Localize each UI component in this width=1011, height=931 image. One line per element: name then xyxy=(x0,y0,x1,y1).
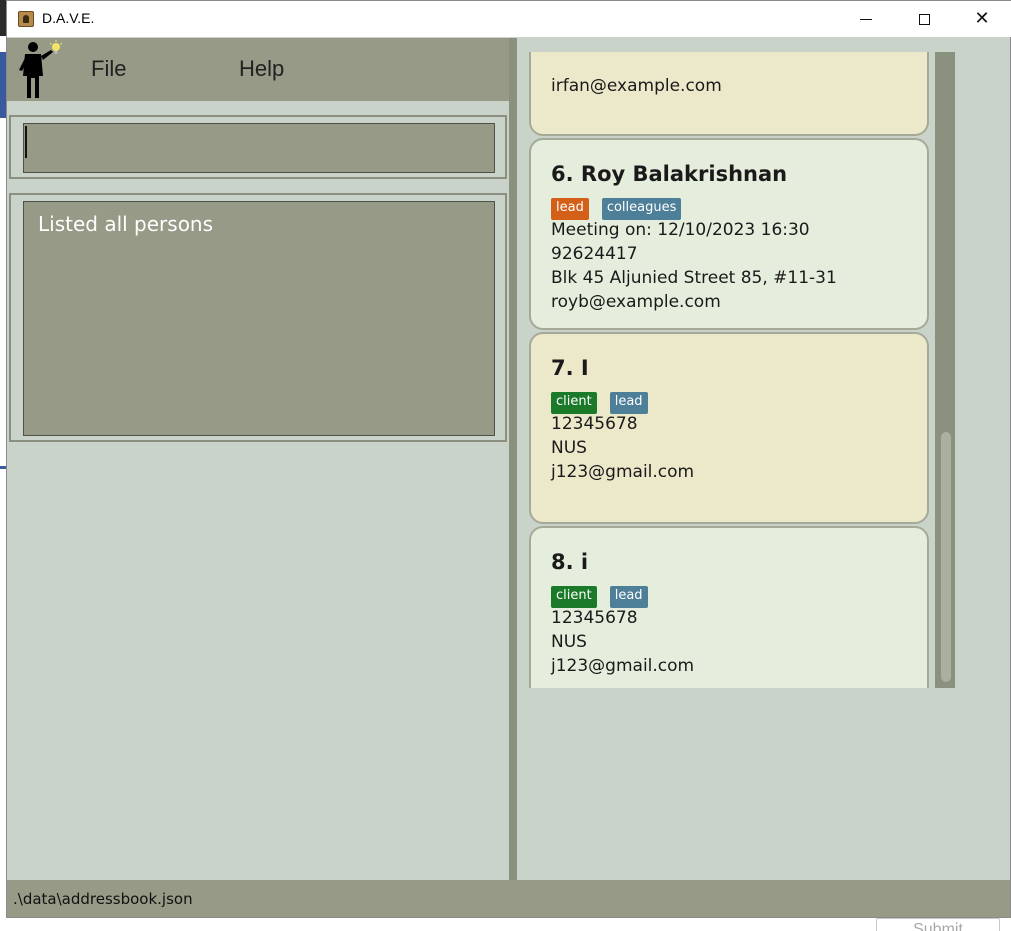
maximize-icon xyxy=(918,13,930,25)
tag-badge: lead xyxy=(551,198,589,220)
person-detail-line: Meeting on: 12/10/2023 16:30 xyxy=(551,220,810,240)
person-card[interactable]: 7. I client lead 12345678 NUS j123@gmail.com xyxy=(529,332,929,524)
person-detail-line: Blk 45 Aljunied Street 85, #11-31 xyxy=(551,268,837,288)
person-detail-line: NUS xyxy=(551,438,587,458)
person-detail-line: NUS xyxy=(551,632,587,652)
minimize-icon xyxy=(860,18,872,20)
person-name: 8. i xyxy=(551,550,589,574)
menu-bar: File Help xyxy=(7,38,509,101)
menu-help[interactable]: Help xyxy=(239,56,284,82)
close-icon: ✕ xyxy=(974,8,990,29)
person-card[interactable]: 8. i client lead 12345678 NUS j123@gmail.com xyxy=(529,526,929,688)
command-box xyxy=(9,115,507,179)
scrollbar-thumb[interactable] xyxy=(941,432,951,682)
maximize-button[interactable] xyxy=(895,1,953,37)
person-detail-line: irfan@example.com xyxy=(551,76,722,96)
person-detail-line: 12345678 xyxy=(551,608,638,628)
person-list-scrollbar[interactable] xyxy=(935,52,955,688)
split-pane-divider[interactable] xyxy=(509,38,517,880)
command-input[interactable] xyxy=(23,123,495,173)
result-display: Listed all persons xyxy=(9,193,507,442)
minimize-button[interactable] xyxy=(837,1,895,37)
person-list[interactable]: irfan@example.com 6. Roy Balakrishnan lead… xyxy=(529,52,949,688)
person-detail-line: 92624417 xyxy=(551,244,638,264)
status-bar: .\data\addressbook.json xyxy=(7,880,1010,917)
app-window: D.A.V.E. ✕ File Help Listed all persons … xyxy=(6,0,1011,918)
close-button[interactable]: ✕ xyxy=(953,1,1011,37)
menu-file[interactable]: File xyxy=(91,56,126,82)
person-detail-line: royb@example.com xyxy=(551,292,721,312)
title-bar[interactable]: D.A.V.E. ✕ xyxy=(7,1,1011,37)
tag-badge: client xyxy=(551,586,597,608)
window-title: D.A.V.E. xyxy=(42,10,95,26)
result-text-area[interactable]: Listed all persons xyxy=(23,201,495,436)
desktop: Submit D.A.V.E. ✕ File Help Listed all p… xyxy=(0,0,1011,931)
tag-list: client lead xyxy=(551,586,648,608)
text-caret xyxy=(25,126,27,158)
person-detail-line: j123@gmail.com xyxy=(551,656,695,676)
person-name: 6. Roy Balakrishnan xyxy=(551,162,788,186)
tag-list: lead colleagues xyxy=(551,198,682,220)
tag-badge: colleagues xyxy=(601,198,682,220)
person-card[interactable]: irfan@example.com xyxy=(529,52,929,136)
address-book-icon xyxy=(18,11,34,27)
data-file-path: .\data\addressbook.json xyxy=(13,890,193,908)
person-list-panel: irfan@example.com 6. Roy Balakrishnan lead… xyxy=(517,38,1010,880)
tag-badge: client xyxy=(551,392,597,414)
result-message: Listed all persons xyxy=(38,212,214,236)
person-detail-line: 12345678 xyxy=(551,414,638,434)
tag-list: client lead xyxy=(551,392,648,414)
background-submit-button: Submit xyxy=(876,918,1000,931)
person-detail-line: j123@gmail.com xyxy=(551,462,695,482)
person-name: 7. I xyxy=(551,356,589,380)
butler-logo-icon xyxy=(19,40,63,98)
tag-badge: lead xyxy=(609,586,648,608)
tag-badge: lead xyxy=(609,392,648,414)
person-card[interactable]: 6. Roy Balakrishnan lead colleagues Meeting… xyxy=(529,138,929,330)
